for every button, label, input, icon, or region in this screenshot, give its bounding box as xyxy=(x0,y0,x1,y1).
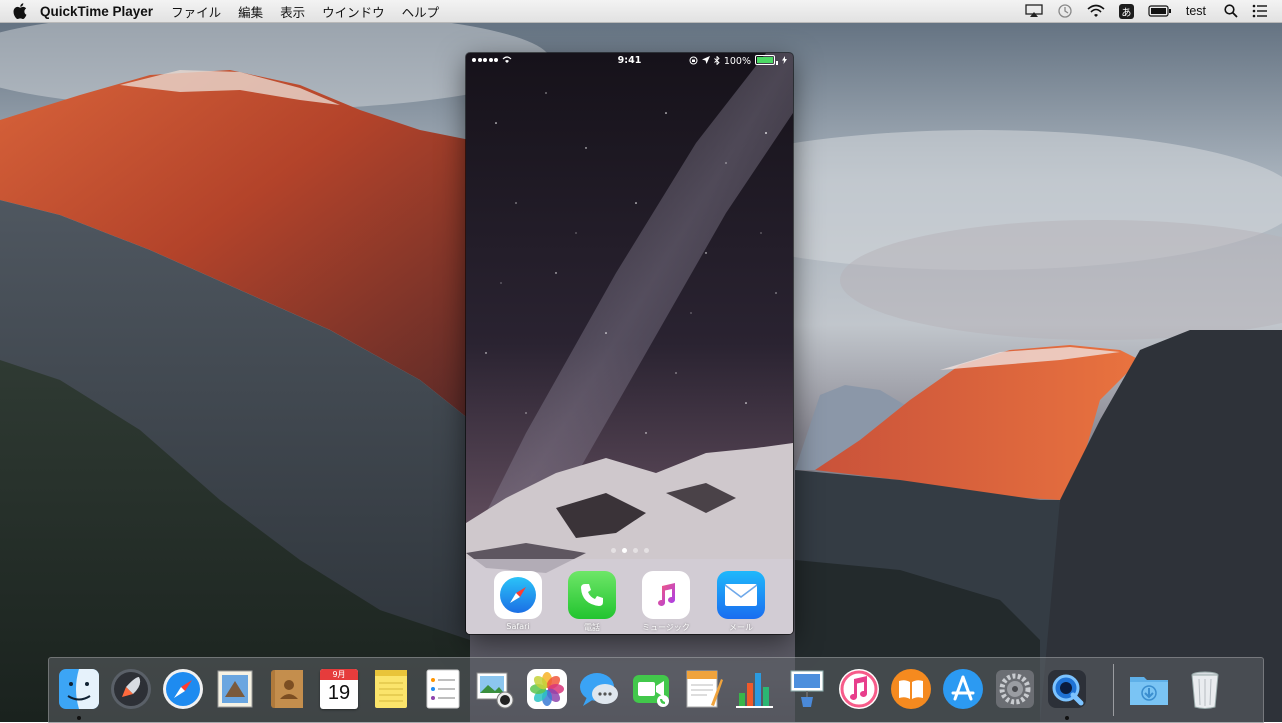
safari-compass-icon xyxy=(163,669,203,709)
dock-launchpad[interactable] xyxy=(108,666,154,712)
dock-app-store[interactable] xyxy=(940,666,986,712)
iphone-dock: Safari 電話 ミュージック メール xyxy=(466,559,793,634)
menu-help[interactable]: ヘルプ xyxy=(402,2,440,21)
dock-numbers[interactable] xyxy=(732,666,778,712)
app-label: メール xyxy=(729,623,753,632)
notes-icon xyxy=(375,670,407,708)
dock-ibooks[interactable] xyxy=(888,666,934,712)
mail-icon xyxy=(717,571,765,619)
gear-icon xyxy=(996,670,1034,708)
app-menu[interactable]: QuickTime Player xyxy=(40,4,153,19)
mail-stamp-icon xyxy=(217,670,253,708)
iphone-app-safari[interactable]: Safari xyxy=(488,571,548,631)
dock-divider xyxy=(1113,664,1114,716)
keynote-podium-icon xyxy=(790,670,824,707)
phone-icon xyxy=(568,571,616,619)
numbers-chart-icon xyxy=(736,673,773,708)
menu-edit[interactable]: 編集 xyxy=(238,2,263,21)
iphone-app-mail[interactable]: メール xyxy=(711,571,771,633)
app-store-icon xyxy=(943,669,983,709)
input-method-label: あ xyxy=(1118,3,1134,19)
calendar-icon: 9月 19 xyxy=(320,669,358,709)
rotation-lock-icon xyxy=(689,56,698,68)
page-indicator[interactable] xyxy=(466,548,793,553)
trash-icon xyxy=(1191,671,1219,709)
dock-calendar[interactable]: 9月 19 xyxy=(316,666,362,712)
pages-icon xyxy=(686,670,723,708)
downloads-folder-icon xyxy=(1130,677,1168,705)
battery-icon[interactable] xyxy=(1148,5,1172,17)
app-label: 電話 xyxy=(584,623,600,632)
spotlight-search-icon[interactable] xyxy=(1224,4,1238,18)
facetime-camera-icon xyxy=(633,675,669,707)
dock-reminders[interactable] xyxy=(420,666,466,712)
notification-center-icon[interactable] xyxy=(1252,4,1268,18)
iphone-status-bar: 9:41 100% xyxy=(466,53,793,69)
dock-mail[interactable] xyxy=(212,666,258,712)
calendar-day: 19 xyxy=(327,682,351,704)
user-menu[interactable]: test xyxy=(1186,4,1206,18)
quicktime-icon xyxy=(1048,670,1086,708)
charging-icon xyxy=(782,56,787,67)
menu-window[interactable]: ウインドウ xyxy=(322,2,385,21)
calendar-month: 9月 xyxy=(320,669,358,680)
app-label: Safari xyxy=(506,622,530,631)
dock: 9月 19 xyxy=(48,657,1264,723)
page-dot xyxy=(632,548,638,553)
finder-icon xyxy=(59,669,99,709)
running-indicator xyxy=(77,716,81,720)
dock-messages[interactable] xyxy=(576,666,622,712)
safari-icon xyxy=(494,571,542,619)
itunes-note-icon xyxy=(839,669,879,709)
airplay-icon[interactable] xyxy=(1025,4,1043,18)
menu-view[interactable]: 表示 xyxy=(280,2,305,21)
launchpad-rocket-icon xyxy=(111,669,151,709)
battery-percent: 100% xyxy=(723,56,751,67)
wifi-icon[interactable] xyxy=(1087,4,1105,18)
dock-photo-booth[interactable] xyxy=(472,666,518,712)
time-machine-icon[interactable] xyxy=(1057,3,1073,19)
reminders-icon xyxy=(426,669,460,709)
apple-menu-icon[interactable] xyxy=(0,3,40,19)
iphone-battery-icon xyxy=(755,55,778,68)
dock-system-preferences[interactable] xyxy=(992,666,1038,712)
page-dot xyxy=(643,548,649,553)
preview-photos-icon xyxy=(476,672,514,709)
dock-itunes[interactable] xyxy=(836,666,882,712)
dock-contacts[interactable] xyxy=(264,666,310,712)
iphone-app-music[interactable]: ミュージック xyxy=(636,571,696,633)
music-icon xyxy=(642,571,690,619)
iphone-app-phone[interactable]: 電話 xyxy=(562,571,622,633)
messages-bubble-icon xyxy=(580,673,618,706)
contacts-book-icon xyxy=(271,670,303,708)
menu-file[interactable]: ファイル xyxy=(171,2,221,21)
menu-bar: QuickTime Player ファイル 編集 表示 ウインドウ ヘルプ あ … xyxy=(0,0,1282,23)
dock-keynote[interactable] xyxy=(784,666,830,712)
iphone-wallpaper xyxy=(466,53,793,634)
dock-downloads-folder[interactable] xyxy=(1126,666,1172,712)
dock-pages[interactable] xyxy=(680,666,726,712)
page-dot-current xyxy=(621,548,627,553)
dock-trash[interactable] xyxy=(1182,666,1228,712)
dock-facetime[interactable] xyxy=(628,666,674,712)
photos-flower-icon xyxy=(527,669,567,709)
dock-safari[interactable] xyxy=(160,666,206,712)
page-dot xyxy=(610,548,616,553)
app-label: ミュージック xyxy=(642,623,690,632)
location-icon xyxy=(701,56,710,67)
dock-photos[interactable] xyxy=(524,666,570,712)
dock-quicktime-player[interactable] xyxy=(1044,666,1090,712)
bluetooth-icon xyxy=(714,54,720,68)
dock-finder[interactable] xyxy=(56,666,102,712)
running-indicator xyxy=(1065,716,1069,720)
quicktime-window[interactable]: 9:41 100% Safari 電話 ミュージック メール xyxy=(466,53,793,634)
ibooks-icon xyxy=(891,669,931,709)
dock-notes[interactable] xyxy=(368,666,414,712)
input-method-icon[interactable]: あ xyxy=(1118,3,1134,19)
